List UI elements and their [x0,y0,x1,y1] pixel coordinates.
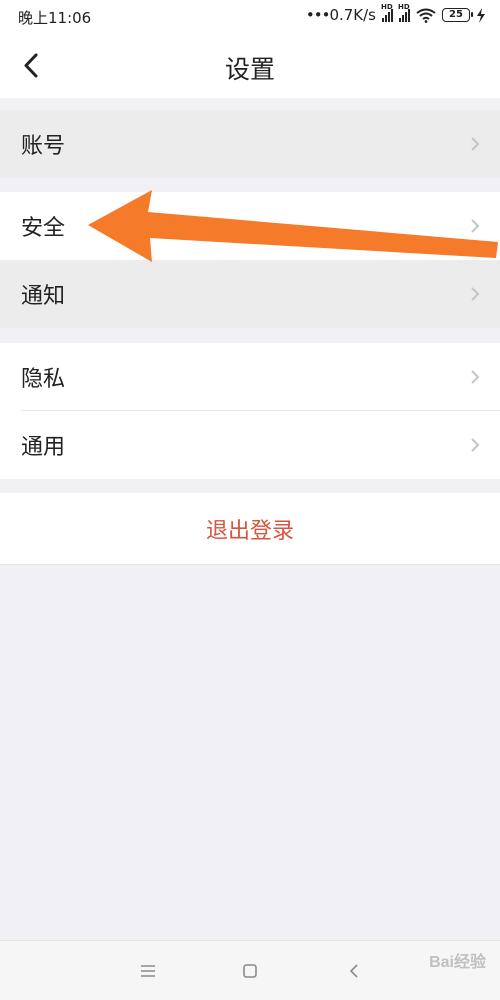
hd-label: HD [398,3,410,11]
chevron-right-icon [471,137,480,151]
row-label: 通知 [21,284,66,309]
wifi-icon [416,8,436,23]
signal-icon: HD [398,3,410,22]
settings-row-general[interactable]: 通用 [0,411,500,479]
settings-row-security[interactable]: 安全 [0,192,500,260]
header: 设置 [0,32,500,98]
row-label: 隐私 [21,367,66,392]
logout-button[interactable]: 退出登录 [0,493,500,565]
battery-icon: 25 [442,8,473,22]
back-triangle-icon [349,964,358,978]
settings-group-security: 安全 通知 [0,192,500,328]
back-nav-button[interactable] [342,959,366,983]
settings-row-account[interactable]: 账号 [0,110,500,178]
chevron-right-icon [471,370,480,384]
chevron-right-icon [471,219,480,233]
logout-label: 退出登录 [205,518,294,544]
signal-icon: HD [381,3,393,22]
status-time: 晚上11:06 [18,9,92,27]
menu-button[interactable] [136,959,160,983]
page-title: 设置 [224,55,275,84]
status-icons: •••0.7K/s HD HD 25 [306,3,486,24]
row-label: 安全 [21,216,66,241]
settings-group-general: 隐私 通用 [0,343,500,479]
system-nav-bar [0,940,500,1000]
chevron-right-icon [471,287,480,301]
row-label: 账号 [21,134,66,159]
battery-level: 25 [449,9,463,20]
charging-icon [477,7,485,23]
row-label: 通用 [21,435,66,460]
network-speed-text: 0.7K/s [329,6,376,24]
watermark: Bai经验 [429,954,486,971]
chevron-right-icon [471,438,480,452]
settings-screen: 晚上11:06 •••0.7K/s HD HD 25 设置 账号 安全 通知 隐… [0,0,500,1000]
hd-label: HD [381,3,393,11]
settings-group-account: 账号 [0,110,500,178]
dots-icon: ••• [305,6,331,24]
settings-row-privacy[interactable]: 隐私 [0,343,500,411]
home-button[interactable] [238,959,262,983]
home-square-icon [243,964,257,978]
network-speed: •••0.7K/s [306,6,376,24]
settings-row-notifications[interactable]: 通知 [0,260,500,328]
menu-icon [141,965,155,977]
status-bar: 晚上11:06 •••0.7K/s HD HD 25 [0,0,500,32]
